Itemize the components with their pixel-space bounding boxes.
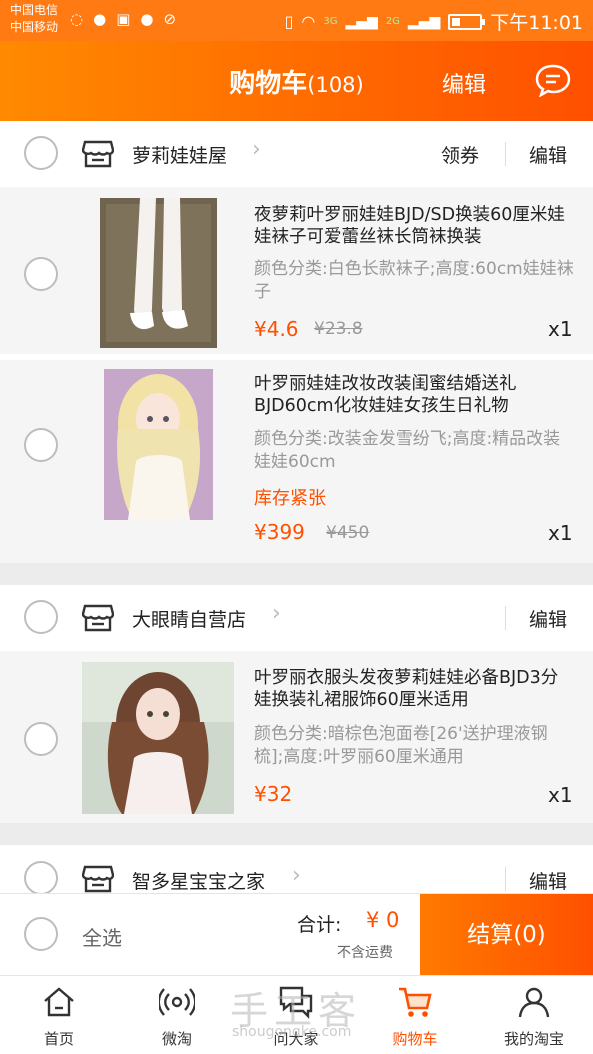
carrier-2: 中国移动 [10,20,59,34]
coupon-button[interactable]: 领券 [441,141,479,168]
clock: 下午11:01 [490,12,583,34]
item-original-price: ¥23.8 [314,319,363,339]
store-icon [82,604,114,632]
shop-select-checkbox[interactable] [24,136,58,170]
chat-bubbles-icon [279,986,313,1019]
item-select-checkbox[interactable] [24,257,58,291]
shop-name[interactable]: 大眼睛自营店 [132,605,246,632]
tab-home[interactable]: 首页 [0,976,118,1054]
vibrate-icon: ▯ [284,12,294,31]
divider [505,606,506,630]
tab-label: 首页 [43,1030,74,1048]
shop-header-1: 萝莉娃娃屋 › 领券 编辑 [0,121,593,187]
store-icon [82,865,114,893]
cart-icon [399,987,432,1017]
cart-count: (108) [307,73,364,97]
wifi-icon: ◠ [301,12,316,31]
product-image-doll-wig [82,662,234,814]
shop-header-2: 大眼睛自营店 › 编辑 [0,585,593,651]
shop-select-checkbox[interactable] [24,861,58,895]
product-image-doll [104,369,213,520]
network-type-2: 2G [385,16,400,27]
tab-my-taobao[interactable]: 我的淘宝 [475,976,593,1054]
select-all-label[interactable]: 全选 [82,922,122,951]
item-quantity: x1 [548,317,573,341]
message-icon[interactable] [534,63,572,97]
home-icon [44,987,74,1017]
shop-edit-button[interactable]: 编辑 [529,867,567,894]
item-title[interactable]: 夜萝莉叶罗丽娃娃BJD/SD换装60厘米娃娃袜子可爱蕾丝袜长筒袜换装 [254,204,574,248]
item-quantity: x1 [548,521,573,545]
divider [505,142,506,166]
item-spec[interactable]: 颜色分类:暗棕色泡面卷[26'送护理液钢梳];高度:叶罗丽60厘米通用 [254,723,574,769]
tab-label: 我的淘宝 [503,1030,564,1048]
store-icon [82,140,114,168]
tab-cart[interactable]: 购物车 [356,976,474,1054]
item-title[interactable]: 叶罗丽娃娃改妆改装闺蜜结婚送礼BJD60cm化妆娃娃女孩生日礼物 [254,373,574,417]
shipping-note: 不含运费 [337,945,393,961]
tab-weitao[interactable]: 微淘 [118,976,236,1054]
product-image-socks [100,198,217,348]
shop-edit-button[interactable]: 编辑 [529,141,567,168]
shop-select-checkbox[interactable] [24,600,58,634]
item-select-checkbox[interactable] [24,722,58,756]
item-spec[interactable]: 颜色分类:白色长款袜子;高度:60cm娃娃袜子 [254,258,574,304]
chat-notification-icon: ◌ [70,10,84,28]
total-label: 合计: [297,914,342,936]
person-icon [518,987,550,1018]
status-bar: 中国电信 中国移动 ◌ ● ▣ ● ⊘ ▯ ◠ 3G ▂▄▆ 2G ▂▄▆ 下午… [0,0,593,41]
broadcast-icon [159,988,195,1016]
chevron-right-icon[interactable]: › [252,137,261,162]
network-type-1: 3G [323,16,338,27]
wechat-icon: ● [93,10,107,28]
bottom-tab-bar: 首页 微淘 问大家 购物车 我的淘宝 [0,975,593,1054]
select-all-checkbox[interactable] [24,917,58,951]
wechat-icon: ● [140,10,154,28]
notification-icons: ◌ ● ▣ ● ⊘ [70,10,176,28]
chevron-right-icon[interactable]: › [272,601,281,626]
item-quantity: x1 [548,783,573,807]
page-title: 购物车(108) [0,63,593,100]
cart-item[interactable]: 叶罗丽衣服头发夜萝莉娃娃必备BJD3分娃换装礼裙服饰60厘米适用 颜色分类:暗棕… [0,651,593,823]
chevron-right-icon[interactable]: › [292,863,301,888]
carrier-info: 中国电信 中国移动 [10,2,58,36]
signal-icon: ▂▄▆ [345,13,378,30]
cart-header: 购物车(108) 编辑 [0,41,593,121]
item-spec[interactable]: 颜色分类:改装金发雪纷飞;高度:精品改装娃娃60cm [254,428,574,474]
shop-gap [0,823,593,845]
image-icon: ▣ [116,10,131,28]
settle-button[interactable]: 结算(0) [420,894,593,976]
item-title[interactable]: 叶罗丽衣服头发夜萝莉娃娃必备BJD3分娃换装礼裙服饰60厘米适用 [254,667,574,711]
tab-ask[interactable]: 问大家 [237,976,355,1054]
stock-warning: 库存紧张 [254,488,326,509]
blocked-icon: ⊘ [163,10,177,28]
tab-label: 购物车 [392,1030,438,1048]
carrier-1: 中国电信 [10,3,59,17]
shop-edit-button[interactable]: 编辑 [529,605,567,632]
shop-name[interactable]: 萝莉娃娃屋 [132,141,227,168]
total-value: ¥ 0 [366,908,400,932]
page-title-text: 购物车 [229,69,308,99]
cart-item[interactable]: 叶罗丽娃娃改妆改装闺蜜结婚送礼BJD60cm化妆娃娃女孩生日礼物 颜色分类:改装… [0,360,593,563]
shop-gap [0,563,593,585]
divider [505,867,506,891]
tab-label: 问大家 [273,1030,319,1048]
item-original-price: ¥450 [326,523,370,543]
tab-label: 微淘 [161,1030,192,1048]
item-price: ¥399 [254,520,305,544]
status-right: ▯ ◠ 3G ▂▄▆ 2G ▂▄▆ 下午11:01 [285,8,583,35]
shop-name[interactable]: 智多星宝宝之家 [132,867,265,894]
item-price: ¥32 [254,782,293,806]
item-price: ¥4.6 [254,317,299,341]
checkout-bar: 全选 合计: ¥ 0 不含运费 结算(0) [0,893,593,976]
signal-icon: ▂▄▆ [407,13,441,30]
battery-icon [448,13,486,30]
product-image[interactable] [100,198,217,348]
cart-item[interactable]: 夜萝莉叶罗丽娃娃BJD/SD换装60厘米娃娃袜子可爱蕾丝袜长筒袜换装 颜色分类:… [0,187,593,354]
item-select-checkbox[interactable] [24,428,58,462]
product-image[interactable] [82,662,234,814]
header-edit-button[interactable]: 编辑 [442,67,486,99]
product-image[interactable] [104,369,213,520]
